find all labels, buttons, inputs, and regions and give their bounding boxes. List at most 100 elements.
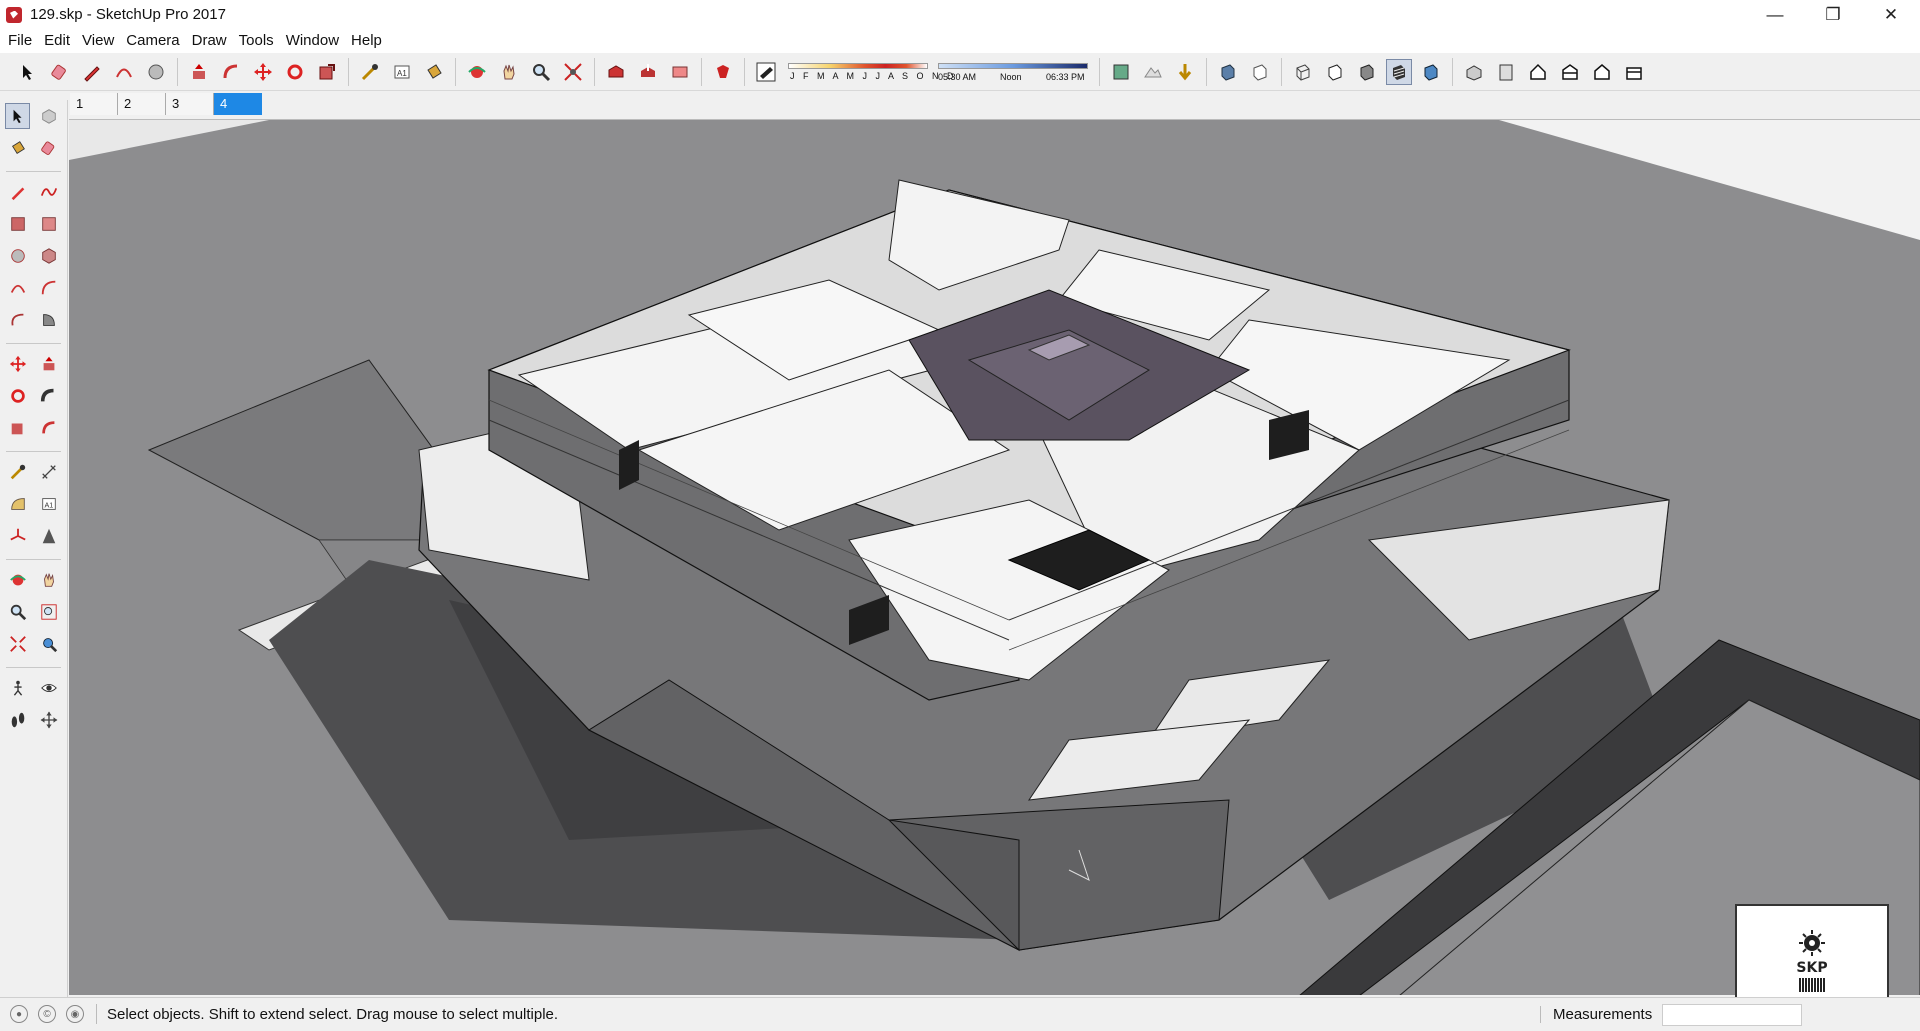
zoom-extents-icon[interactable] [5,631,30,657]
back-view-icon[interactable] [1589,59,1615,85]
zoom-window-icon[interactable] [36,599,61,625]
line-pencil-icon[interactable] [5,179,30,205]
protractor-icon[interactable] [5,491,30,517]
monochrome-style-icon[interactable] [1418,59,1444,85]
top-view-icon[interactable] [1493,59,1519,85]
zoom-extents-icon[interactable] [560,59,586,85]
tab-scene-4[interactable]: 4 [214,93,262,115]
pie-icon[interactable] [36,307,61,333]
toggle-terrain-icon[interactable] [1140,59,1166,85]
menu-view[interactable]: View [76,29,120,53]
share-model-icon[interactable] [635,59,661,85]
push-pull-icon[interactable] [36,351,61,377]
front-view-icon[interactable] [1525,59,1551,85]
polygon-icon[interactable] [36,243,61,269]
move-icon[interactable] [250,59,276,85]
three-point-arc-icon[interactable] [5,307,30,333]
back-edges-style-icon[interactable] [1247,59,1273,85]
photo-textures-icon[interactable] [1172,59,1198,85]
shapes-icon[interactable] [143,59,169,85]
scale-icon[interactable] [314,59,340,85]
rotate-icon[interactable] [282,59,308,85]
maximize-button[interactable]: ❐ [1804,0,1862,29]
shaded-textures-style-icon[interactable] [1386,58,1412,85]
menu-camera[interactable]: Camera [120,29,185,53]
model-viewport[interactable] [69,119,1920,995]
menu-help[interactable]: Help [345,29,388,53]
minimize-button[interactable]: — [1746,0,1804,29]
right-view-icon[interactable] [1557,59,1583,85]
make-component-icon[interactable] [36,103,61,129]
select-arrow-icon[interactable] [5,103,31,129]
time-slider[interactable]: 05:30 AM Noon 06:33 PM [938,59,1088,85]
iso-view-icon[interactable] [1461,59,1487,85]
circle-icon[interactable] [5,243,30,269]
pan-hand-icon[interactable] [36,567,61,593]
wireframe-style-icon[interactable] [1290,59,1316,85]
tape-measure-icon[interactable] [357,59,383,85]
rectangle-icon[interactable] [5,211,30,237]
scale-icon[interactable] [5,415,30,441]
shadows-toggle-icon[interactable] [753,59,779,85]
toolbar-separator [455,57,456,86]
tab-scene-2[interactable]: 2 [118,93,166,115]
add-location-icon[interactable] [1108,59,1134,85]
position-camera-icon[interactable] [5,675,30,701]
offset-icon[interactable] [218,59,244,85]
text-tool-icon[interactable]: A1 [36,491,61,517]
zoom-icon[interactable] [528,59,554,85]
paint-bucket-icon[interactable] [5,135,30,161]
menu-edit[interactable]: Edit [38,29,76,53]
rotate-icon[interactable] [5,383,30,409]
axes-icon[interactable] [5,523,30,549]
close-button[interactable]: ✕ [1862,0,1920,29]
tab-scene-1[interactable]: 1 [70,93,118,115]
orbit-icon[interactable] [5,567,30,593]
push-pull-icon[interactable] [186,59,212,85]
extension-warehouse-icon[interactable] [710,59,736,85]
offset-icon[interactable] [36,415,61,441]
3d-text-icon[interactable] [36,523,61,549]
shaded-style-icon[interactable] [1354,59,1380,85]
warehouse-icon[interactable] [603,59,629,85]
zoom-icon[interactable] [5,599,30,625]
tape-measure-icon[interactable] [5,459,30,485]
section-plane-icon[interactable] [36,707,61,733]
hidden-line-style-icon[interactable] [1322,59,1348,85]
geolocation-icon[interactable]: ● [10,1005,28,1023]
credits-icon[interactable]: © [38,1005,56,1023]
eraser-icon[interactable] [36,135,61,161]
menu-tools[interactable]: Tools [233,29,280,53]
previous-view-icon[interactable] [36,631,61,657]
xray-style-icon[interactable] [1215,59,1241,85]
pan-hand-icon[interactable] [496,59,522,85]
rotated-rectangle-icon[interactable] [36,211,61,237]
paint-bucket-icon[interactable] [421,59,447,85]
two-point-arc-icon[interactable] [36,275,61,301]
measurements-input[interactable] [1662,1003,1803,1026]
text-tool-icon[interactable]: A1 [389,59,415,85]
thumbnail-logo-text: SKP [1796,959,1828,976]
shadow-date-slider[interactable]: J F M A M J J A S O N D 05:30 AM Noon 06… [788,59,1088,85]
eraser-icon[interactable] [47,59,73,85]
share-component-icon[interactable] [667,59,693,85]
menu-window[interactable]: Window [280,29,345,53]
svg-text:A1: A1 [44,501,53,510]
user-account-icon[interactable]: ◉ [66,1005,84,1023]
dimension-icon[interactable] [36,459,61,485]
walk-footprints-icon[interactable] [5,707,30,733]
menu-draw[interactable]: Draw [186,29,233,53]
left-view-icon[interactable] [1621,59,1647,85]
look-around-eye-icon[interactable] [36,675,61,701]
freehand-icon[interactable] [36,179,61,205]
menu-file[interactable]: File [2,29,38,53]
arc-icon[interactable] [111,59,137,85]
arc-icon[interactable] [5,275,30,301]
move-icon[interactable] [5,351,30,377]
orbit-icon[interactable] [464,59,490,85]
month-slider[interactable]: J F M A M J J A S O N D [788,59,954,85]
tab-scene-3[interactable]: 3 [166,93,214,115]
line-pencil-icon[interactable] [79,59,105,85]
follow-me-icon[interactable] [36,383,61,409]
select-arrow-icon[interactable] [15,59,41,85]
